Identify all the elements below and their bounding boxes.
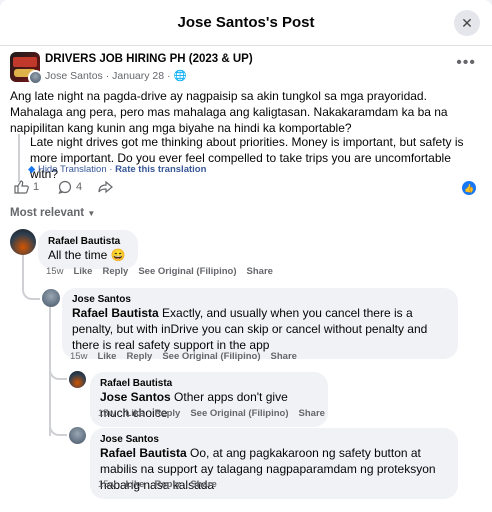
globe-icon: 🌐 (173, 70, 187, 82)
like-button[interactable]: Like (73, 266, 92, 277)
avatar[interactable] (10, 229, 36, 255)
avatar[interactable] (69, 427, 86, 444)
like-reaction-icon[interactable]: 👍 (462, 181, 476, 195)
like-button[interactable]: Like (125, 408, 144, 419)
share-button[interactable]: Share (247, 266, 273, 277)
rate-translation-link[interactable]: Rate this translation (115, 164, 206, 175)
avatar[interactable] (69, 371, 86, 388)
close-button[interactable]: ✕ (454, 10, 480, 36)
avatar[interactable] (42, 289, 60, 307)
comment-bubble: Rafael Bautista All the time 😄 (38, 230, 138, 269)
translate-icon: ◆ (28, 164, 36, 175)
mention-link[interactable]: Rafael Bautista (100, 446, 187, 460)
hide-translation-link[interactable]: Hide Translation (38, 164, 107, 175)
comment-actions: 15w Like Reply See Original (Filipino) S… (46, 266, 273, 277)
comment-text: All the time 😄 (48, 248, 126, 262)
comment-action[interactable]: 4 (58, 180, 82, 194)
reply-button[interactable]: Reply (126, 351, 152, 362)
modal-header: Jose Santos's Post ✕ (0, 0, 492, 46)
thread-connector (22, 286, 40, 300)
post-text: Ang late night na pagda-drive ay nagpais… (10, 89, 448, 135)
close-icon: ✕ (461, 14, 473, 31)
thread-line (22, 254, 24, 290)
translation-controls: ◆ Hide Translation · Rate this translati… (28, 164, 206, 175)
reaction-bar: 1 4 👍 (10, 180, 480, 196)
reply-button[interactable]: Reply (102, 266, 128, 277)
comment-author[interactable]: Rafael Bautista (48, 236, 128, 247)
translate-separator: · (109, 164, 113, 175)
share-button[interactable]: Share (190, 479, 216, 490)
comment-actions: 15w Like Reply Share (98, 479, 217, 490)
post-modal: Jose Santos's Post ✕ DRIVERS JOB HIRING … (0, 0, 492, 512)
see-original-button[interactable]: See Original (Filipino) (162, 351, 260, 362)
post-header: DRIVERS JOB HIRING PH (2023 & UP) Jose S… (10, 52, 480, 86)
post-meta: Jose Santos · January 28 · 🌐 (45, 69, 187, 82)
group-name[interactable]: DRIVERS JOB HIRING PH (2023 & UP) (45, 53, 253, 65)
mention-link[interactable]: Rafael Bautista (72, 306, 159, 320)
comment-actions: 15w Like Reply See Original (Filipino) S… (70, 351, 297, 362)
thumbs-up-icon (14, 180, 29, 194)
comment-text: Rafael Bautista Exactly, and usually whe… (72, 305, 448, 353)
like-button[interactable]: Like (125, 479, 144, 490)
comment-count: 4 (76, 181, 83, 193)
sort-label: Most relevant (10, 207, 85, 219)
share-action[interactable] (98, 180, 113, 194)
comment-author[interactable]: Jose Santos (72, 294, 448, 305)
comment-author[interactable]: Rafael Bautista (100, 378, 318, 389)
share-icon (98, 180, 113, 194)
comment-author[interactable]: Jose Santos (100, 434, 448, 445)
mention-link[interactable]: Jose Santos (100, 390, 171, 404)
post-date[interactable]: January 28 (112, 70, 164, 82)
comment-icon (58, 180, 72, 194)
like-button[interactable]: Like (97, 351, 116, 362)
see-original-button[interactable]: See Original (Filipino) (138, 266, 236, 277)
post-author[interactable]: Jose Santos (45, 70, 103, 82)
share-button[interactable]: Share (271, 351, 297, 362)
thread-connector (49, 368, 67, 380)
thread-connector (49, 424, 67, 436)
comment-time[interactable]: 15w (98, 408, 115, 419)
meta-separator: · (105, 70, 110, 82)
reply-bubble: Jose Santos Rafael Bautista Exactly, and… (62, 288, 458, 359)
reply-button[interactable]: Reply (154, 479, 180, 490)
more-options-icon[interactable]: ••• (456, 54, 476, 72)
sort-dropdown[interactable]: Most relevant ▼ (10, 207, 95, 219)
comment-time[interactable]: 15w (46, 266, 63, 277)
comment-time[interactable]: 15w (98, 479, 115, 490)
share-button[interactable]: Share (299, 408, 325, 419)
author-avatar[interactable] (28, 70, 43, 85)
reply-button[interactable]: Reply (154, 408, 180, 419)
meta-separator: · (167, 70, 171, 82)
like-count: 1 (33, 181, 40, 193)
modal-title: Jose Santos's Post (177, 14, 315, 31)
comment-time[interactable]: 15w (70, 351, 87, 362)
chevron-down-icon: ▼ (87, 209, 96, 218)
see-original-button[interactable]: See Original (Filipino) (190, 408, 288, 419)
comment-actions: 15w Like Reply See Original (Filipino) S… (98, 408, 325, 419)
like-action[interactable]: 1 (14, 180, 39, 194)
